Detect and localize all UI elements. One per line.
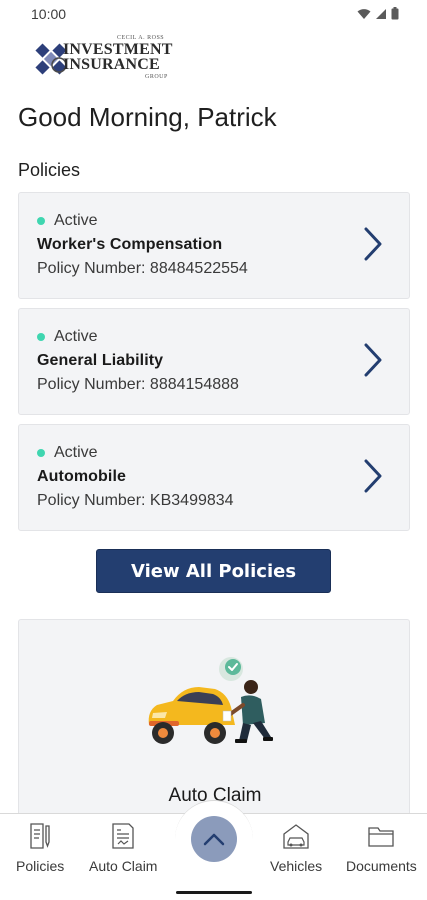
expand-menu-button[interactable] [191,816,237,862]
policy-number: Policy Number: KB3499834 [37,492,234,509]
signal-icon [376,8,386,19]
auto-claim-illustration [148,657,273,744]
chevron-right-icon[interactable] [363,227,383,261]
vehicle-garage-icon [283,824,309,849]
bottom-navigation: Policies Auto Claim Vehicles Documents [0,800,427,900]
logo-bottom-text: GROUP [145,74,168,80]
auto-claim-card[interactable]: Auto Claim [18,619,410,829]
policy-number: Policy Number: 8884154888 [37,376,239,393]
active-status-dot [37,333,45,341]
policy-name: General Liability [37,352,164,369]
policy-status-text: Active [54,444,98,461]
greeting: Good Morning, Patrick [18,102,277,132]
chevron-right-icon[interactable] [363,459,383,493]
policy-status-text: Active [54,212,98,229]
view-all-policies-button[interactable]: View All Policies [96,549,331,593]
policy-status: Active [37,212,98,230]
nav-item-vehicles[interactable]: Vehicles [270,822,322,874]
folder-icon [368,827,395,847]
policy-number: Policy Number: 88484522554 [37,260,248,277]
chevron-right-icon[interactable] [363,343,383,377]
company-logo: CECIL A. ROSS INVESTMENT INSURANCE GROUP [33,35,178,85]
active-status-dot [37,217,45,225]
policy-card[interactable]: Active Worker's Compensation Policy Numb… [18,192,410,299]
nav-item-documents[interactable]: Documents [346,822,417,874]
battery-icon [391,7,399,20]
policies-section-title: Policies [18,160,81,180]
nav-label-policies: Policies [16,858,65,874]
nav-label-auto-claim: Auto Claim [89,858,158,874]
active-status-dot [37,449,45,457]
logo-line-2: INSURANCE [63,56,160,73]
policy-status: Active [37,444,98,462]
policies-document-icon [30,823,50,849]
nav-item-policies[interactable]: Policies [16,822,64,874]
policy-card[interactable]: Active Automobile Policy Number: KB34998… [18,424,410,531]
wifi-icon [357,8,371,19]
policy-status: Active [37,328,98,346]
chevron-up-icon [203,833,225,846]
nav-item-auto-claim[interactable]: Auto Claim [89,822,157,874]
status-time: 10:00 [31,6,67,22]
nav-label-documents: Documents [346,858,417,874]
policy-card[interactable]: Active General Liability Policy Number: … [18,308,410,415]
policy-name: Worker's Compensation [37,236,223,253]
policy-status-text: Active [54,328,98,345]
status-icons [357,7,399,20]
policy-name: Automobile [37,468,126,485]
home-indicator[interactable] [176,891,252,894]
status-bar: 10:00 [0,0,427,30]
nav-label-vehicles: Vehicles [270,858,323,874]
auto-claim-form-icon [112,823,134,849]
